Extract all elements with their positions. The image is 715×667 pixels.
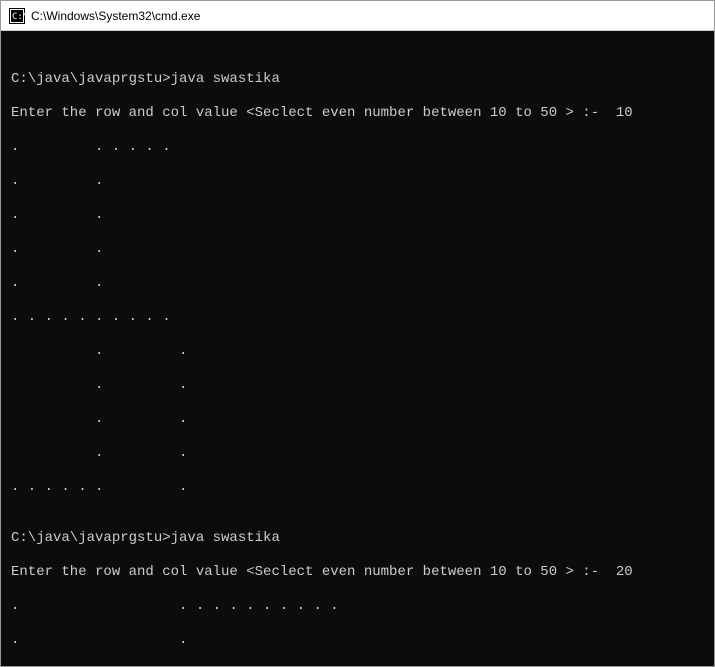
console-output: C:\java\javaprgstu>java swastika xyxy=(11,71,704,88)
console-output: . . . . . . . xyxy=(11,479,704,496)
console-output: . . xyxy=(11,241,704,258)
console-output: . . xyxy=(11,377,704,394)
console-output: Enter the row and col value <Seclect eve… xyxy=(11,105,704,122)
console-output: . . xyxy=(11,411,704,428)
console-output: . . xyxy=(11,632,704,649)
titlebar[interactable]: C:\ C:\Windows\System32\cmd.exe xyxy=(1,1,714,31)
console-output: . . xyxy=(11,275,704,292)
console-output: . . xyxy=(11,173,704,190)
console-output: Enter the row and col value <Seclect eve… xyxy=(11,564,704,581)
cmd-window: C:\ C:\Windows\System32\cmd.exe C:\java\… xyxy=(0,0,715,667)
window-title: C:\Windows\System32\cmd.exe xyxy=(31,9,706,23)
console-output: . . xyxy=(11,343,704,360)
console-output: C:\java\javaprgstu>java swastika xyxy=(11,530,704,547)
console-area[interactable]: C:\java\javaprgstu>java swastika Enter t… xyxy=(1,31,714,666)
console-output: . . . . . . . . . . . xyxy=(11,598,704,615)
console-output: . . xyxy=(11,207,704,224)
console-output: . . . . . . xyxy=(11,139,704,156)
console-output: . . . . . . . . . . xyxy=(11,309,704,326)
cmd-icon: C:\ xyxy=(9,8,25,24)
console-output: . . xyxy=(11,445,704,462)
svg-text:C:\: C:\ xyxy=(12,12,25,22)
